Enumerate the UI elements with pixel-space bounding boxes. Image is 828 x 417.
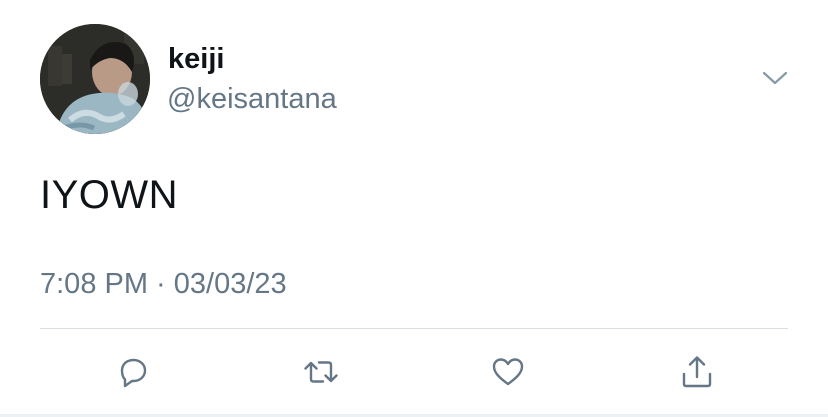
share-icon: [682, 356, 712, 388]
retweet-button[interactable]: [299, 350, 343, 394]
avatar[interactable]: [40, 24, 150, 134]
like-button[interactable]: [486, 350, 530, 394]
action-bar: [0, 350, 828, 394]
user-handle[interactable]: @keisantana: [167, 82, 337, 116]
tweet-date: 03/03/23: [173, 268, 287, 300]
chevron-down-icon[interactable]: [760, 66, 790, 90]
tweet-card: keiji @keisantana IYOWN 7:08 PM · 03/03/…: [0, 0, 828, 417]
share-button[interactable]: [675, 350, 719, 394]
divider: [40, 328, 788, 329]
reply-button[interactable]: [111, 350, 155, 394]
display-name[interactable]: keiji: [168, 42, 224, 76]
tweet-timestamp[interactable]: 7:08 PM · 03/03/23: [40, 266, 287, 302]
heart-icon: [492, 358, 524, 386]
reply-icon: [120, 358, 147, 388]
tweet-time: 7:08 PM: [40, 268, 148, 300]
retweet-icon: [304, 361, 338, 383]
meta-separator: ·: [148, 268, 174, 300]
tweet-text: IYOWN: [40, 173, 179, 217]
